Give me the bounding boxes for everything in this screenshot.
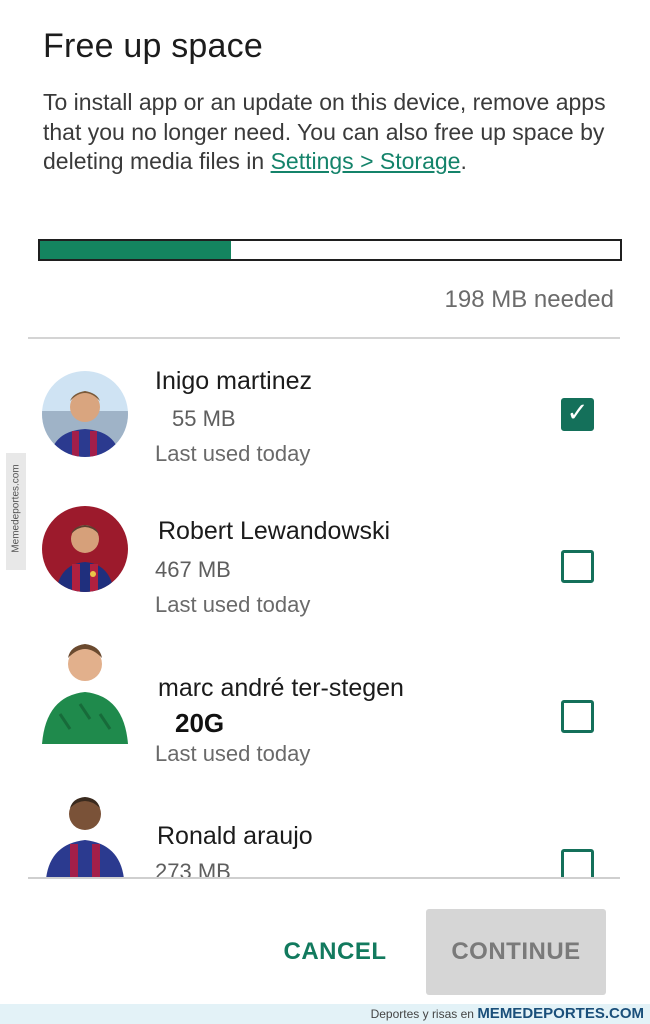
list-top-divider <box>28 337 620 339</box>
dialog-description: To install app or an update on this devi… <box>43 88 613 177</box>
app-name: marc andré ter-stegen <box>158 674 404 702</box>
app-name: Inigo martinez <box>155 367 313 395</box>
app-list[interactable]: Inigo martinez 55 MB Last used today ✓ R… <box>0 340 650 878</box>
app-size: 467 MB <box>155 557 231 582</box>
app-checkbox[interactable] <box>561 849 594 878</box>
checkmark-icon: ✓ <box>566 398 589 428</box>
side-watermark-text: Memedeportes.com <box>10 464 22 553</box>
side-watermark: Memedeportes.com <box>6 453 26 570</box>
app-list-item[interactable]: Robert Lewandowski 467 MB Last used toda… <box>0 490 650 640</box>
avatar <box>40 784 130 878</box>
app-checkbox[interactable] <box>561 550 594 583</box>
app-list-item[interactable]: Inigo martinez 55 MB Last used today ✓ <box>0 340 650 490</box>
app-last-used: Last used today <box>155 741 311 766</box>
app-checkbox[interactable]: ✓ <box>561 398 594 431</box>
app-last-used: Last used today <box>155 441 311 466</box>
avatar <box>42 371 128 457</box>
footer-tagline: Deportes y risas en <box>370 1007 474 1021</box>
app-size: 273 MB <box>155 859 231 878</box>
app-name: Ronald araujo <box>157 822 313 850</box>
app-checkbox[interactable] <box>561 700 594 733</box>
app-last-used: Last used today <box>155 592 311 617</box>
app-list-item[interactable]: Ronald araujo 273 MB <box>0 784 650 878</box>
app-list-item[interactable]: marc andré ter-stegen 20G Last used toda… <box>0 634 650 790</box>
description-period: . <box>460 148 467 174</box>
storage-progress-bar <box>38 239 622 261</box>
footer-watermark: Deportes y risas en MEMEDEPORTES.COM <box>371 1004 644 1024</box>
continue-button[interactable]: CONTINUE <box>426 909 606 995</box>
app-size: 20G <box>175 708 225 738</box>
space-needed-label: 198 MB needed <box>444 286 614 313</box>
app-name: Robert Lewandowski <box>158 517 391 545</box>
footer-brand: MEMEDEPORTES.COM <box>477 1005 644 1022</box>
cancel-button[interactable]: CANCEL <box>272 930 398 974</box>
avatar <box>40 634 130 744</box>
settings-storage-link[interactable]: Settings > Storage <box>271 148 461 174</box>
dialog-title: Free up space <box>43 27 263 65</box>
storage-progress-fill <box>40 241 232 259</box>
avatar <box>42 506 128 592</box>
app-size: 55 MB <box>172 406 236 431</box>
list-bottom-divider <box>28 877 620 879</box>
